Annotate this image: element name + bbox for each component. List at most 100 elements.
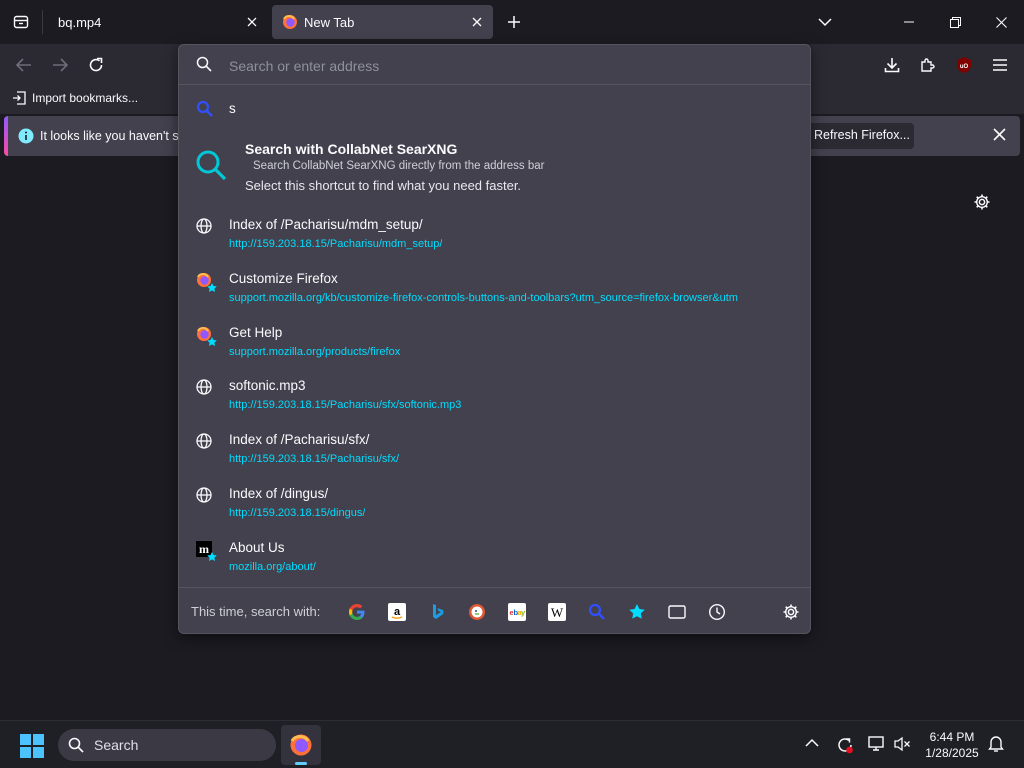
restore-icon [949,16,961,28]
result-title: Index of /Pacharisu/sfx/ [229,432,370,447]
search-shortcut-row[interactable]: Search with CollabNet SearXNG Search Col… [179,137,810,199]
firefox-icon [290,734,312,756]
result-title: Index of /dingus/ [229,486,329,501]
shortcut-title: Search with CollabNet SearXNG [245,141,458,157]
tab-close-icon[interactable] [242,12,262,32]
svg-text:uO: uO [960,64,969,70]
search-settings-gear-icon[interactable] [781,602,801,622]
sync-alert-icon[interactable] [835,735,855,755]
forward-button[interactable] [47,52,73,78]
duckduckgo-icon[interactable] [467,602,487,622]
amazon-icon[interactable]: a [387,602,407,622]
google-icon[interactable] [347,602,367,622]
reload-button[interactable] [83,52,109,78]
app-menu-button[interactable] [987,52,1013,78]
network-icon[interactable] [868,735,886,753]
svg-text:W: W [551,605,564,620]
tab-strip: bq.mp4 New Tab [0,0,1024,44]
volume-muted-icon[interactable] [893,735,911,753]
download-icon [884,58,900,73]
search-one-offs: This time, search with: a ebay W [179,587,810,633]
result-row[interactable]: Customize Firefox support.mozilla.org/kb/… [179,269,810,315]
result-row[interactable]: Index of /Pacharisu/sfx/http://159.203.1… [179,430,810,476]
result-row[interactable]: softonic.mp3 http://159.203.18.15/Pachari… [179,376,810,422]
notification-accent [4,116,8,156]
ublock-origin-button[interactable]: uO [951,52,977,78]
result-url[interactable]: http://159.203.18.15/dingus/ [229,507,365,519]
taskbar-firefox-button[interactable] [281,725,321,765]
result-row[interactable]: Get Help support.mozilla.org/products/fir… [179,323,810,369]
result-url[interactable]: support.mozilla.org/products/firefox [229,346,400,358]
bookmarks-star-icon[interactable] [627,602,647,622]
firefox-star-icon [196,326,218,348]
mozilla-m-icon: m [196,541,218,563]
globe-icon [196,218,212,234]
close-icon[interactable] [993,128,1006,141]
refresh-firefox-button[interactable]: Refresh Firefox... [804,123,914,149]
minimize-icon [904,21,914,23]
tab-bq-mp4[interactable]: bq.mp4 [44,5,268,39]
taskbar-search-label: Search [94,737,139,753]
back-button[interactable] [11,52,37,78]
bing-icon[interactable] [427,602,447,622]
taskbar-search-box[interactable]: Search [58,729,276,761]
list-all-tabs-button[interactable] [814,12,836,32]
svg-text:m: m [199,542,209,556]
tab-new-tab[interactable]: New Tab [272,5,493,39]
newtab-settings-gear-icon[interactable] [973,193,991,211]
taskbar-clock[interactable]: 6:44 PM 1/28/2025 [920,729,984,761]
firefox-view-button[interactable] [0,0,42,44]
globe-icon [196,487,212,503]
result-row[interactable]: m About Us mozilla.org/about/ [179,538,810,584]
reload-icon [89,57,103,72]
one-offs-label: This time, search with: [191,604,321,619]
notification-message: It looks like you haven't st [40,129,183,143]
new-tab-button[interactable] [502,10,526,34]
tab-title: New Tab [304,15,355,30]
info-icon [18,128,34,144]
firefox-favicon-icon [282,14,298,30]
windows-start-icon[interactable] [20,734,44,758]
ebay-icon[interactable]: ebay [507,602,527,622]
result-url[interactable]: http://159.203.18.15/Pacharisu/sfx/softo… [229,399,461,411]
arrow-left-icon [16,58,31,72]
result-url[interactable]: http://159.203.18.15/Pacharisu/mdm_setup… [229,238,442,250]
search-shortcut-icon [195,149,227,181]
puzzle-icon [921,58,935,72]
search-icon [68,737,84,753]
globe-icon [196,433,212,449]
result-url[interactable]: http://159.203.18.15/Pacharisu/sfx/ [229,453,399,465]
tabs-icon[interactable] [667,602,687,622]
clock-time: 6:44 PM [929,730,975,744]
wikipedia-icon[interactable]: W [547,602,567,622]
close-window-button[interactable] [978,0,1024,44]
result-title: Customize Firefox [229,271,338,286]
search-icon [196,56,212,72]
notification-bell-icon[interactable] [988,735,1004,753]
hamburger-icon [993,59,1007,71]
urlbar-input-area[interactable]: Search or enter address [179,45,810,85]
result-url[interactable]: mozilla.org/about/ [229,561,316,573]
restore-button[interactable] [932,0,978,44]
firefox-star-icon [196,272,218,294]
result-row[interactable]: Index of /dingus/http://159.203.18.15/di… [179,484,810,530]
chevron-up-icon[interactable] [804,735,820,751]
urlbar-popup: Search or enter address s Search with Co… [178,44,811,634]
searxng-icon[interactable] [587,602,607,622]
minimize-button[interactable] [886,0,932,44]
typed-search-row[interactable]: s [179,97,810,121]
result-url[interactable]: support.mozilla.org/kb/customize-firefox… [229,292,738,304]
globe-icon [196,379,212,395]
searxng-icon [196,100,214,118]
chevron-down-icon [818,17,832,26]
downloads-button[interactable] [879,52,905,78]
tab-close-icon[interactable] [467,12,487,32]
extensions-button[interactable] [915,52,941,78]
import-bookmarks-button[interactable]: Import bookmarks... [12,91,138,105]
active-app-indicator [295,762,307,765]
history-icon[interactable] [707,602,727,622]
result-title: softonic.mp3 [229,378,306,393]
clock-date: 1/28/2025 [925,746,979,760]
urlbar-placeholder: Search or enter address [229,58,380,74]
result-row[interactable]: Index of /Pacharisu/mdm_setup/http://159… [179,215,810,261]
